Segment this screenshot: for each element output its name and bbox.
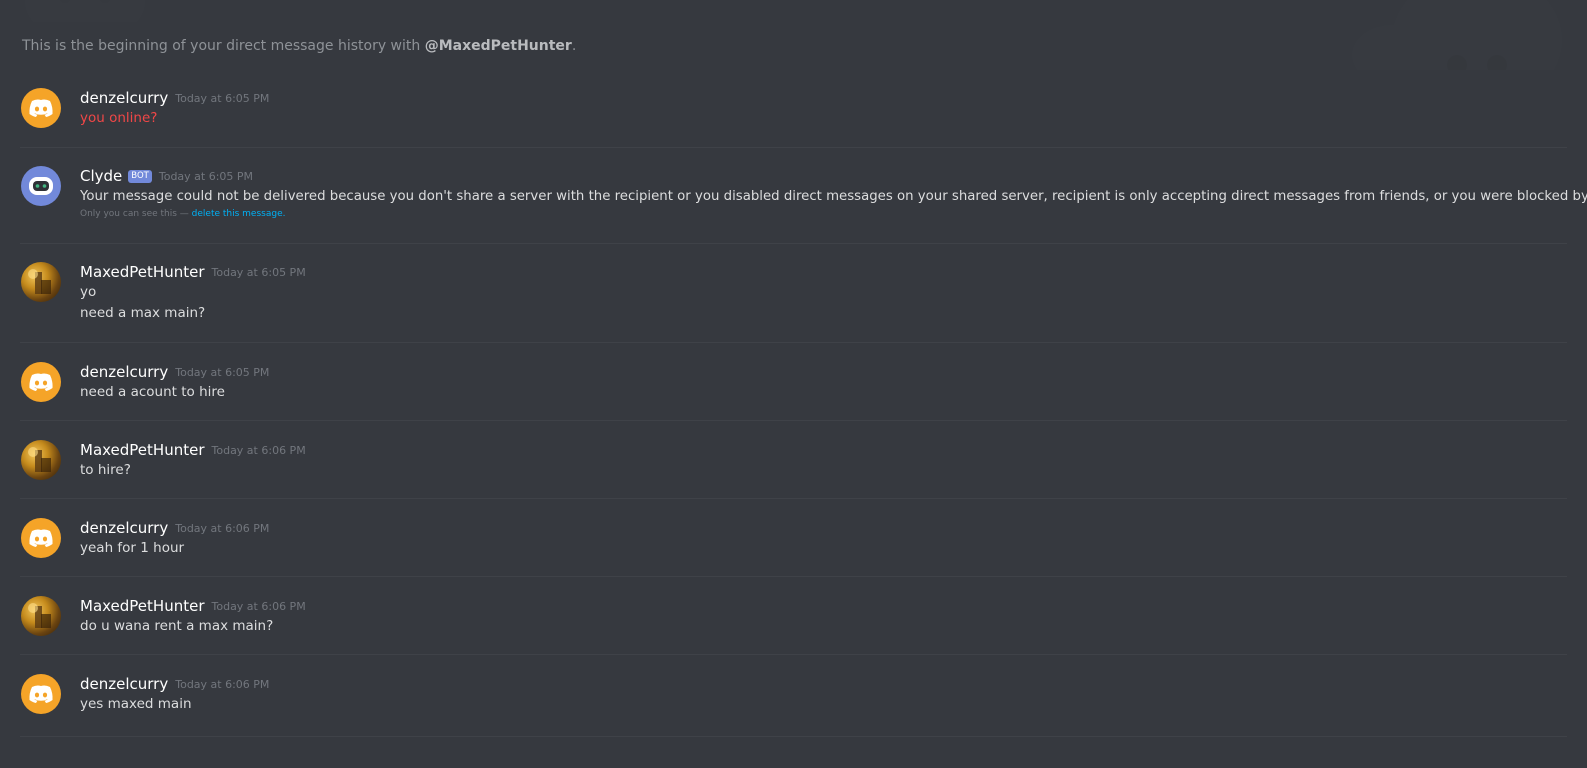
message-text-failed: you online? <box>80 110 158 126</box>
user-avatar-image <box>28 603 51 628</box>
avatar[interactable] <box>21 166 61 206</box>
message-text: need a acount to hire <box>80 384 225 400</box>
avatar[interactable] <box>21 596 61 636</box>
message-list: denzelcurry Today at 6:05 PM you online? … <box>20 78 1587 737</box>
message-text: need a max main? <box>80 305 206 321</box>
dm-history-intro: This is the beginning of your direct mes… <box>22 38 576 54</box>
wumpus-background-icon <box>25 0 145 22</box>
dm-chat-panel: This is the beginning of your direct mes… <box>0 0 1587 768</box>
message-group: denzelcurry Today at 6:06 PM yes maxed ma… <box>20 655 1567 737</box>
avatar[interactable] <box>21 518 61 558</box>
bot-tag: BOT <box>128 169 152 183</box>
username[interactable]: denzelcurry <box>80 89 168 107</box>
intro-user-handle[interactable]: @MaxedPetHunter <box>425 38 572 54</box>
discord-logo-icon <box>29 529 53 547</box>
message-text: to hire? <box>80 462 131 478</box>
username[interactable]: MaxedPetHunter <box>80 597 205 615</box>
avatar[interactable] <box>21 88 61 128</box>
user-avatar-image <box>28 447 51 472</box>
ephemeral-notice: Only you can see this — delete this mess… <box>80 209 1567 219</box>
message-group: MaxedPetHunter Today at 6:05 PM yo need a… <box>20 244 1567 343</box>
username[interactable]: MaxedPetHunter <box>80 263 205 281</box>
discord-logo-icon <box>29 373 53 391</box>
message-group: MaxedPetHunter Today at 6:06 PM do u wana… <box>20 577 1567 655</box>
ephemeral-text: Only you can see this — <box>80 209 192 219</box>
clyde-bot-icon <box>29 177 53 195</box>
intro-text: This is the beginning of your direct mes… <box>22 38 425 54</box>
wumpus-background-icon <box>1352 0 1562 70</box>
message-text: yeah for 1 hour <box>80 540 185 556</box>
message-group: Clyde BOT Today at 6:05 PM Your message co… <box>20 148 1587 244</box>
message-group: MaxedPetHunter Today at 6:06 PM to hire? <box>20 421 1567 499</box>
avatar[interactable] <box>21 440 61 480</box>
username[interactable]: Clyde <box>80 167 122 185</box>
timestamp: Today at 6:06 PM <box>175 521 270 535</box>
message-text: Your message could not be delivered beca… <box>80 189 1587 204</box>
intro-suffix: . <box>571 38 577 54</box>
timestamp: Today at 6:06 PM <box>211 599 306 613</box>
user-avatar-image <box>28 269 51 294</box>
avatar[interactable] <box>21 262 61 302</box>
discord-logo-icon <box>29 99 53 117</box>
timestamp: Today at 6:06 PM <box>211 443 306 457</box>
username[interactable]: denzelcurry <box>80 519 168 537</box>
timestamp: Today at 6:05 PM <box>175 365 270 379</box>
username[interactable]: MaxedPetHunter <box>80 441 205 459</box>
avatar[interactable] <box>21 674 61 714</box>
message-group: denzelcurry Today at 6:06 PM yeah for 1 h… <box>20 499 1567 577</box>
delete-message-link[interactable]: delete this message. <box>192 209 286 219</box>
username[interactable]: denzelcurry <box>80 675 168 693</box>
message-text: do u wana rent a max main? <box>80 618 274 634</box>
timestamp: Today at 6:05 PM <box>211 265 306 279</box>
message-group: denzelcurry Today at 6:05 PM need a acoun… <box>20 343 1567 421</box>
message-text: yo <box>80 284 97 300</box>
message-group: denzelcurry Today at 6:05 PM you online? <box>20 78 1567 148</box>
message-text: yes maxed main <box>80 696 192 712</box>
timestamp: Today at 6:05 PM <box>175 91 270 105</box>
avatar[interactable] <box>21 362 61 402</box>
discord-logo-icon <box>29 685 53 703</box>
timestamp: Today at 6:06 PM <box>175 677 270 691</box>
username[interactable]: denzelcurry <box>80 363 168 381</box>
timestamp: Today at 6:05 PM <box>158 169 254 183</box>
